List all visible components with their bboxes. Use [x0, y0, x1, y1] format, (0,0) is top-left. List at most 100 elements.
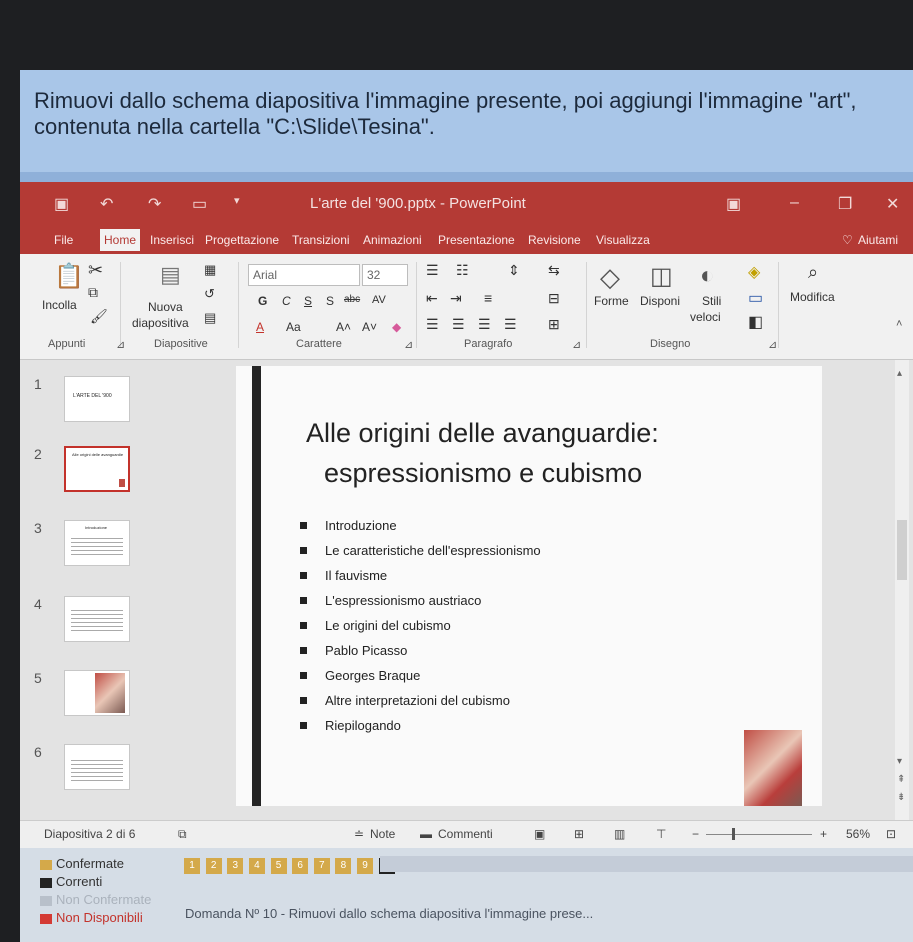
question-nav-button[interactable]: 2	[205, 858, 222, 874]
dialog-launcher-icon[interactable]: ⊿	[768, 338, 777, 351]
tell-me-search[interactable]: Aiutami	[858, 233, 898, 247]
slide-thumbnail-6[interactable]	[64, 744, 130, 790]
zoom-slider-handle[interactable]	[732, 828, 735, 840]
comments-button[interactable]: Commenti	[438, 827, 493, 841]
slideshow-view-icon[interactable]: ⊤	[656, 827, 666, 841]
shape-fill-icon[interactable]: ◈	[748, 262, 760, 282]
scroll-up-icon[interactable]: ▴	[897, 368, 902, 379]
numbering-icon[interactable]: ☷	[456, 262, 469, 279]
slide-thumbnail-2[interactable]: Alle origini delle avanguardie	[64, 446, 130, 492]
shrink-font-button[interactable]: A˅	[362, 320, 377, 334]
dialog-launcher-icon[interactable]: ⊿	[404, 338, 413, 351]
slide-canvas[interactable]: Alle origini delle avanguardie: espressi…	[236, 366, 822, 806]
increase-indent-icon[interactable]: ⇥	[450, 290, 462, 307]
slide-thumbnail-4[interactable]	[64, 596, 130, 642]
paste-button[interactable]: Incolla	[42, 298, 77, 312]
reset-icon[interactable]: ↺	[204, 286, 215, 302]
slide-sorter-icon[interactable]: ⊞	[574, 827, 584, 841]
fit-slide-icon[interactable]: ⊡	[886, 827, 896, 841]
new-slide-label[interactable]: diapositiva	[132, 316, 189, 330]
zoom-slider[interactable]	[706, 834, 812, 835]
text-direction-icon[interactable]: ⇆	[548, 262, 560, 279]
shapes-button[interactable]: Forme	[594, 294, 629, 308]
question-nav-button[interactable]: 3	[227, 858, 244, 874]
tab-insert[interactable]: Inserisci	[150, 233, 194, 247]
align-center-icon[interactable]: ☰	[452, 316, 465, 333]
collapse-ribbon-icon[interactable]: ˄	[896, 318, 902, 330]
tab-home[interactable]: Home	[100, 229, 141, 251]
tab-file[interactable]: File	[54, 233, 73, 247]
shape-outline-icon[interactable]: ▭	[748, 288, 763, 308]
question-nav-button[interactable]: 9	[357, 858, 373, 874]
format-painter-icon[interactable]: 🖌	[90, 308, 108, 325]
shape-effects-icon[interactable]: ◧	[748, 312, 763, 332]
font-size-field[interactable]: 32	[362, 264, 408, 286]
slide-thumbnail-5[interactable]	[64, 670, 130, 716]
comments-icon[interactable]: ▬	[420, 827, 432, 841]
change-case-button[interactable]: Aa	[286, 320, 301, 334]
scroll-down-icon[interactable]: ▾	[897, 756, 902, 767]
underline-button[interactable]: S	[304, 294, 312, 308]
close-button[interactable]: ✕	[886, 194, 899, 214]
scroll-thumb[interactable]	[897, 520, 907, 580]
undo-icon[interactable]: ↶	[100, 194, 113, 214]
notes-button[interactable]: Note	[370, 827, 395, 841]
align-text-icon[interactable]: ⊟	[548, 290, 560, 307]
question-nav-button[interactable]: 7	[313, 858, 330, 874]
strikethrough-button[interactable]: abc	[344, 294, 360, 305]
tab-animations[interactable]: Animazioni	[363, 233, 422, 247]
tab-slideshow[interactable]: Presentazione	[438, 233, 515, 247]
save-icon[interactable]: ▣	[54, 194, 69, 214]
question-nav-button[interactable]: 4	[248, 858, 265, 874]
bold-button[interactable]: G	[258, 294, 267, 308]
justify-icon[interactable]: ☰	[504, 316, 517, 333]
shadow-button[interactable]: S	[326, 294, 334, 308]
slide-title[interactable]: Alle origini delle avanguardie:	[306, 418, 659, 449]
minimize-button[interactable]: –	[790, 194, 799, 212]
quick-styles-button[interactable]: Stili	[702, 294, 721, 308]
align-left-icon[interactable]: ☰	[426, 316, 439, 333]
restore-button[interactable]: ❐	[838, 194, 852, 214]
align-right-icon[interactable]: ☰	[478, 316, 491, 333]
copy-icon[interactable]: ⧉	[88, 284, 98, 301]
slide-thumbnail-3[interactable]: Introduzione	[64, 520, 130, 566]
slide-image[interactable]	[744, 730, 802, 806]
spacing-button[interactable]: AV	[372, 294, 386, 306]
italic-button[interactable]: C	[282, 294, 291, 308]
tab-view[interactable]: Visualizza	[596, 233, 650, 247]
notes-icon[interactable]: ≐	[354, 827, 364, 841]
ribbon-display-icon[interactable]: ▣	[726, 194, 741, 214]
normal-view-icon[interactable]: ▣	[534, 827, 545, 841]
question-nav-button[interactable]: 8	[335, 858, 352, 874]
start-slideshow-icon[interactable]: ▭	[192, 194, 207, 214]
zoom-out-icon[interactable]: −	[692, 827, 699, 841]
decrease-indent-icon[interactable]: ⇤	[426, 290, 438, 307]
layout-icon[interactable]: ▦	[204, 262, 216, 278]
question-nav-button[interactable]: 6	[292, 858, 309, 874]
cut-icon[interactable]: ✂	[88, 260, 103, 281]
zoom-in-icon[interactable]: +	[820, 827, 827, 841]
slide-subtitle[interactable]: espressionismo e cubismo	[324, 458, 642, 489]
spellcheck-icon[interactable]: ⧉	[178, 827, 187, 842]
vertical-scrollbar[interactable]: ▴ ▾ ⇞ ⇟	[895, 360, 909, 820]
question-nav-button[interactable]: 5	[270, 858, 287, 874]
grow-font-button[interactable]: A˄	[336, 320, 351, 334]
tab-design[interactable]: Progettazione	[205, 233, 279, 247]
question-nav-button[interactable]: 1	[184, 858, 200, 874]
next-slide-icon[interactable]: ⇟	[897, 792, 905, 803]
arrange-button[interactable]: Disponi	[640, 294, 680, 308]
edit-button[interactable]: Modifica	[790, 290, 835, 304]
font-color-button[interactable]: A	[256, 320, 264, 334]
clear-format-icon[interactable]: ◆	[392, 320, 401, 334]
tab-review[interactable]: Revisione	[528, 233, 581, 247]
previous-slide-icon[interactable]: ⇞	[897, 774, 905, 785]
dialog-launcher-icon[interactable]: ⊿	[572, 338, 581, 351]
zoom-level[interactable]: 56%	[846, 827, 870, 841]
section-icon[interactable]: ▤	[204, 310, 216, 326]
bullet-list[interactable]: Introduzione Le caratteristiche dell'esp…	[300, 518, 541, 743]
quick-styles-label[interactable]: veloci	[690, 310, 721, 324]
columns-icon[interactable]: ≡	[484, 290, 492, 306]
dialog-launcher-icon[interactable]: ⊿	[116, 338, 125, 351]
reading-view-icon[interactable]: ▥	[614, 827, 625, 841]
customize-toolbar-icon[interactable]: ▾	[234, 194, 240, 207]
